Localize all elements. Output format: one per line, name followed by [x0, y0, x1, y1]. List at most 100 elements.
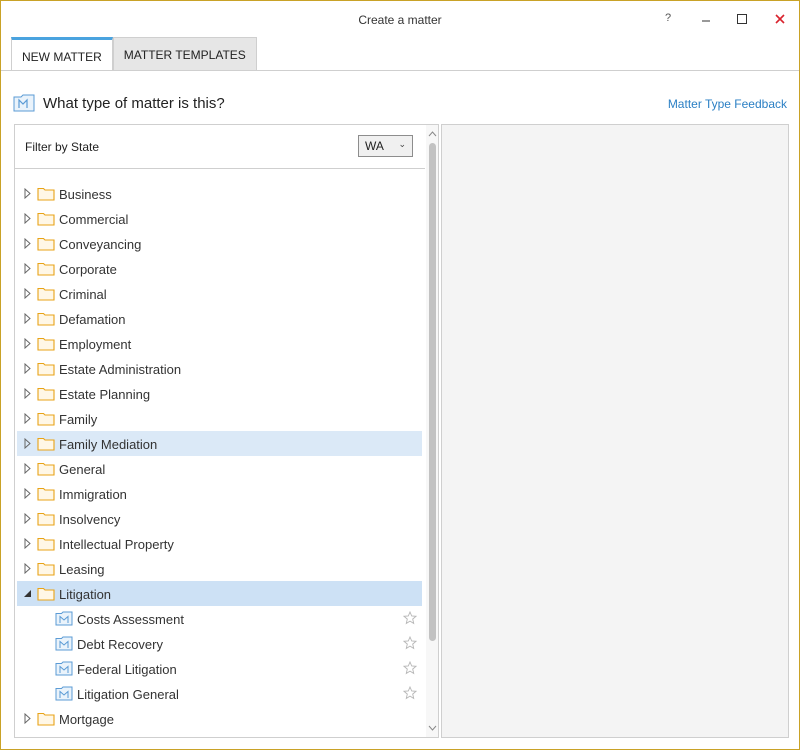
folder-icon: [37, 512, 55, 526]
collapsed-triangle-icon[interactable]: [24, 513, 32, 524]
filter-bar: Filter by State WA ⌄: [15, 125, 425, 169]
category-label: Criminal: [59, 287, 107, 302]
collapsed-triangle-icon[interactable]: [24, 238, 32, 249]
category-label: Mortgage: [59, 712, 114, 727]
matter-type-feedback-link[interactable]: Matter Type Feedback: [668, 97, 787, 111]
folder-icon: [37, 562, 55, 576]
category-folder-item[interactable]: Estate Planning: [17, 381, 422, 406]
scrollbar-thumb[interactable]: [429, 143, 436, 641]
category-label: Immigration: [59, 487, 127, 502]
category-folder-item[interactable]: Leasing: [17, 556, 422, 581]
category-folder-item[interactable]: Commercial: [17, 206, 422, 231]
tab-bar: NEW MATTER MATTER TEMPLATES: [11, 37, 257, 71]
folder-icon: [37, 262, 55, 276]
maximize-icon: [737, 14, 747, 24]
folder-icon: [37, 712, 55, 726]
category-folder-item[interactable]: Employment: [17, 331, 422, 356]
folder-icon: [37, 212, 55, 226]
matter-type-icon: [13, 94, 35, 112]
category-label: Litigation: [59, 587, 112, 602]
matter-type-icon: [55, 636, 73, 651]
category-label: Leasing: [59, 562, 105, 577]
matter-type-item[interactable]: Litigation General: [17, 681, 422, 706]
folder-icon: [37, 312, 55, 326]
matter-type-label: Litigation General: [77, 687, 179, 702]
category-label: Business: [59, 187, 112, 202]
tree-scrollbar[interactable]: [426, 125, 438, 737]
category-label: Corporate: [59, 262, 117, 277]
matter-type-item[interactable]: Debt Recovery: [17, 631, 422, 656]
expanded-triangle-icon[interactable]: [24, 588, 32, 599]
folder-icon: [37, 337, 55, 351]
state-dropdown[interactable]: WA ⌄: [358, 135, 413, 157]
collapsed-triangle-icon[interactable]: [24, 538, 32, 549]
category-folder-item[interactable]: Family: [17, 406, 422, 431]
close-button[interactable]: [765, 7, 795, 31]
collapsed-triangle-icon[interactable]: [24, 713, 32, 724]
category-folder-item[interactable]: Mortgage: [17, 706, 422, 731]
category-folder-item[interactable]: Criminal: [17, 281, 422, 306]
category-label: Family Mediation: [59, 437, 158, 452]
collapsed-triangle-icon[interactable]: [24, 438, 32, 449]
star-icon[interactable]: [403, 661, 417, 675]
category-folder-item[interactable]: Family Mediation: [17, 431, 422, 456]
category-folder-item[interactable]: Insolvency: [17, 506, 422, 531]
collapsed-triangle-icon[interactable]: [24, 188, 32, 199]
matter-type-icon: [55, 661, 73, 676]
matter-type-header: What type of matter is this?: [13, 91, 225, 115]
category-label: Employment: [59, 337, 132, 352]
folder-icon: [37, 537, 55, 551]
collapsed-triangle-icon[interactable]: [24, 413, 32, 424]
matter-type-icon: [55, 686, 73, 701]
folder-icon: [37, 412, 55, 426]
collapsed-triangle-icon[interactable]: [24, 363, 32, 374]
collapsed-triangle-icon[interactable]: [24, 388, 32, 399]
category-folder-item[interactable]: General: [17, 456, 422, 481]
folder-icon: [37, 187, 55, 201]
collapsed-triangle-icon[interactable]: [24, 263, 32, 274]
folder-icon: [37, 437, 55, 451]
collapsed-triangle-icon[interactable]: [24, 463, 32, 474]
category-folder-item[interactable]: Business: [17, 181, 422, 206]
matter-type-label: Debt Recovery: [77, 637, 163, 652]
scroll-up-icon[interactable]: [428, 129, 437, 139]
category-folder-item[interactable]: Intellectual Property: [17, 531, 422, 556]
category-label: Conveyancing: [59, 237, 142, 252]
minimize-button[interactable]: [691, 7, 721, 31]
tab-matter-templates[interactable]: MATTER TEMPLATES: [112, 37, 257, 71]
matter-type-tree: Business Commercial Conveyancing Corporate C…: [17, 181, 422, 731]
category-folder-item[interactable]: Immigration: [17, 481, 422, 506]
filter-by-state-label: Filter by State: [25, 140, 100, 154]
category-folder-item[interactable]: Conveyancing: [17, 231, 422, 256]
help-button[interactable]: ?: [653, 6, 683, 30]
collapsed-triangle-icon[interactable]: [24, 288, 32, 299]
category-label: Estate Planning: [59, 387, 151, 402]
star-icon[interactable]: [403, 686, 417, 700]
category-label: Intellectual Property: [59, 537, 174, 552]
collapsed-triangle-icon[interactable]: [24, 563, 32, 574]
category-folder-item[interactable]: Corporate: [17, 256, 422, 281]
folder-icon: [37, 487, 55, 501]
matter-type-label: Federal Litigation: [77, 662, 177, 677]
chevron-down-icon: ⌄: [398, 139, 406, 149]
collapsed-triangle-icon[interactable]: [24, 213, 32, 224]
collapsed-triangle-icon[interactable]: [24, 313, 32, 324]
matter-type-label: Costs Assessment: [77, 612, 184, 627]
star-icon[interactable]: [403, 611, 417, 625]
scroll-down-icon[interactable]: [428, 723, 437, 733]
category-folder-item[interactable]: Litigation: [17, 581, 422, 606]
create-matter-window: Create a matter ? NEW MATTER MATTER TEMP…: [0, 0, 800, 750]
star-icon[interactable]: [403, 636, 417, 650]
matter-type-icon: [55, 611, 73, 626]
collapsed-triangle-icon[interactable]: [24, 338, 32, 349]
folder-icon: [37, 362, 55, 376]
matter-type-item[interactable]: Federal Litigation: [17, 656, 422, 681]
category-folder-item[interactable]: Estate Administration: [17, 356, 422, 381]
collapsed-triangle-icon[interactable]: [24, 488, 32, 499]
matter-type-item[interactable]: Costs Assessment: [17, 606, 422, 631]
folder-icon: [37, 287, 55, 301]
category-folder-item[interactable]: Defamation: [17, 306, 422, 331]
maximize-button[interactable]: [727, 7, 757, 31]
category-label: Commercial: [59, 212, 129, 227]
tab-new-matter[interactable]: NEW MATTER: [11, 37, 113, 71]
